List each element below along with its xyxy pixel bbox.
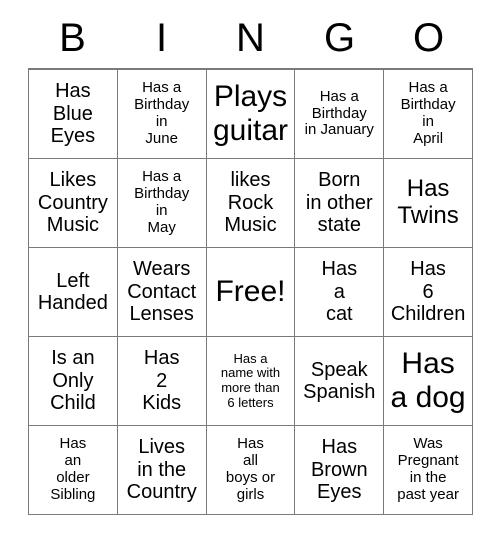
- bingo-cell[interactable]: Wears Contact Lenses: [117, 248, 207, 337]
- bingo-cell-label: likes Rock Music: [224, 169, 277, 237]
- bingo-header-letter-b: B: [59, 16, 86, 60]
- bingo-cell-label: Speak Spanish: [303, 358, 376, 403]
- bingo-cell[interactable]: Has all boys or girls: [206, 426, 296, 515]
- bingo-cell-label: Likes Country Music: [37, 169, 108, 237]
- bingo-cell[interactable]: Is an Only Child: [29, 337, 118, 426]
- bingo-grid: Has Blue Eyes Has a Birthday in June Pla…: [28, 68, 473, 515]
- bingo-cell-label: Lives in the Country: [126, 436, 197, 504]
- bingo-row: Is an Only Child Has 2 Kids Has a name w…: [29, 337, 473, 426]
- bingo-cell-label: Has 6 Children: [390, 258, 466, 326]
- bingo-cell-label: Was Pregnant in the past year: [397, 435, 459, 503]
- bingo-cell-label: Has Blue Eyes: [50, 80, 96, 148]
- bingo-cell-label: Has Brown Eyes: [310, 436, 368, 504]
- bingo-header: B I N G O: [28, 12, 473, 64]
- bingo-cell[interactable]: Speak Spanish: [295, 337, 385, 426]
- bingo-cell-label: Has 2 Kids: [142, 347, 182, 415]
- bingo-cell-label: Plays guitar: [212, 80, 289, 147]
- bingo-header-letter-g: G: [323, 16, 356, 60]
- bingo-cell-label: Has an older Sibling: [50, 435, 96, 503]
- bingo-cell-free[interactable]: Free!: [206, 248, 296, 337]
- bingo-cell-label: Has a name with more than 6 letters: [220, 350, 281, 410]
- bingo-cell-label: Has a Birthday in April: [400, 79, 456, 147]
- bingo-cell-label: Free!: [215, 275, 286, 309]
- bingo-header-letter-o: O: [412, 16, 445, 60]
- bingo-cell-label: Has a Birthday in June: [134, 79, 190, 147]
- bingo-cell[interactable]: Has Twins: [384, 159, 473, 248]
- bingo-cell-label: Born in other state: [305, 169, 373, 237]
- bingo-cell[interactable]: Born in other state: [295, 159, 385, 248]
- bingo-cell-label: Has Twins: [397, 175, 459, 229]
- bingo-row: Likes Country Music Has a Birthday in Ma…: [29, 159, 473, 248]
- bingo-card: B I N G O Has Blue Eyes Has a Birthday i…: [0, 0, 500, 544]
- bingo-row: Has an older Sibling Lives in the Countr…: [29, 426, 473, 515]
- bingo-cell[interactable]: Has Brown Eyes: [295, 426, 385, 515]
- bingo-cell[interactable]: Has a name with more than 6 letters: [206, 337, 296, 426]
- bingo-header-letter-i: I: [155, 16, 168, 60]
- bingo-cell-label: Wears Contact Lenses: [127, 258, 197, 326]
- bingo-cell[interactable]: Has a Birthday in June: [117, 70, 207, 159]
- bingo-cell[interactable]: likes Rock Music: [206, 159, 296, 248]
- bingo-cell-label: Has a cat: [321, 258, 358, 326]
- bingo-cell-label: Has a dog: [390, 347, 466, 414]
- bingo-cell[interactable]: Has a Birthday in January: [295, 70, 385, 159]
- bingo-cell[interactable]: Left Handed: [29, 248, 118, 337]
- bingo-row: Left Handed Wears Contact Lenses Free! H…: [29, 248, 473, 337]
- bingo-cell[interactable]: Was Pregnant in the past year: [384, 426, 473, 515]
- bingo-cell[interactable]: Has Blue Eyes: [29, 70, 118, 159]
- bingo-cell-label: Is an Only Child: [50, 347, 96, 415]
- bingo-cell[interactable]: Has an older Sibling: [29, 426, 118, 515]
- bingo-cell-label: Left Handed: [37, 269, 108, 314]
- bingo-cell-label: Has a Birthday in January: [304, 87, 374, 139]
- bingo-cell[interactable]: Has a Birthday in May: [117, 159, 207, 248]
- bingo-cell[interactable]: Has 2 Kids: [117, 337, 207, 426]
- bingo-cell[interactable]: Has a cat: [295, 248, 385, 337]
- bingo-cell[interactable]: Plays guitar: [206, 70, 296, 159]
- bingo-cell[interactable]: Has a dog: [384, 337, 473, 426]
- bingo-cell[interactable]: Has 6 Children: [384, 248, 473, 337]
- bingo-cell-label: Has all boys or girls: [225, 435, 276, 503]
- bingo-cell[interactable]: Has a Birthday in April: [384, 70, 473, 159]
- bingo-row: Has Blue Eyes Has a Birthday in June Pla…: [29, 70, 473, 159]
- bingo-cell-label: Has a Birthday in May: [134, 168, 190, 236]
- bingo-header-letter-n: N: [236, 16, 265, 60]
- bingo-cell[interactable]: Lives in the Country: [117, 426, 207, 515]
- bingo-cell[interactable]: Likes Country Music: [29, 159, 118, 248]
